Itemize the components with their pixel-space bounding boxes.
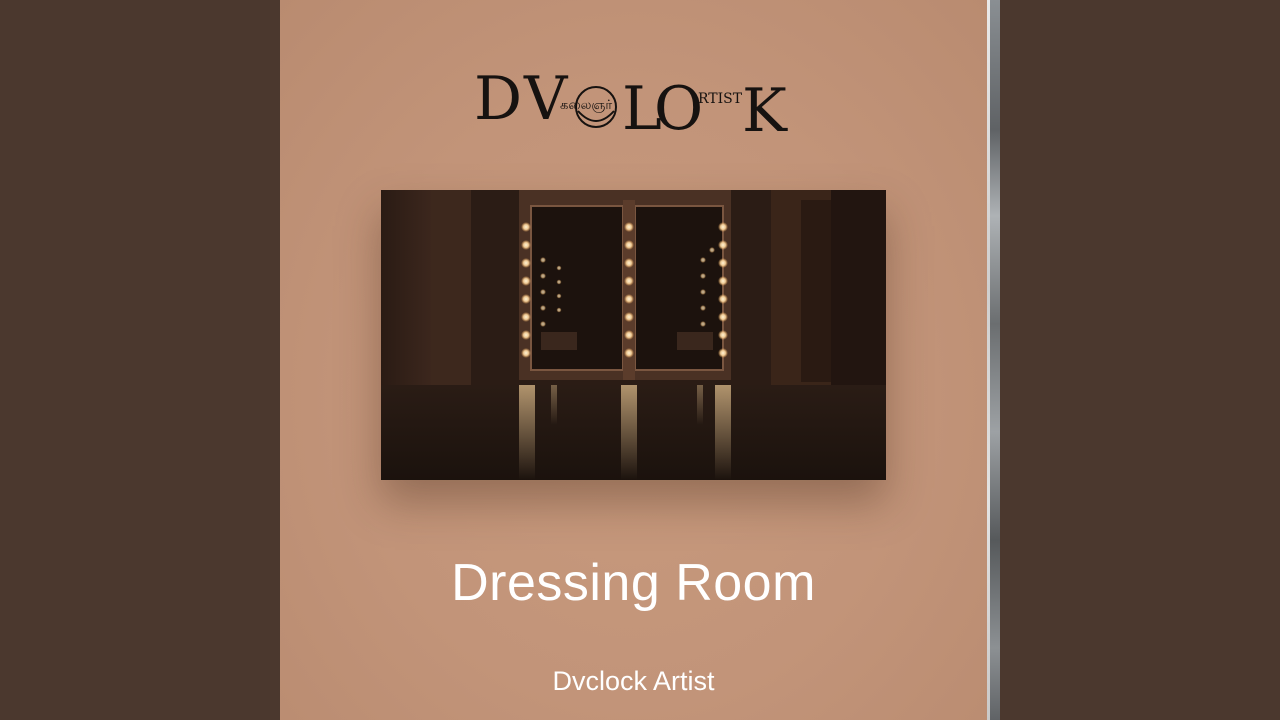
- album-cover: D V கலைஞர் L O RTIST K Dressing Room Dvc…: [280, 0, 987, 720]
- edge-strip: [987, 0, 1000, 720]
- svg-text:RTIST: RTIST: [698, 91, 743, 107]
- logo-graphic: D V கலைஞர் L O RTIST K: [474, 64, 787, 146]
- svg-text:கலைஞர்: கலைஞர்: [560, 98, 612, 113]
- cover-photo: [381, 190, 886, 480]
- dvclock-artist-logo: D V கலைஞர் L O RTIST K: [280, 44, 987, 146]
- right-letterbox: [1000, 0, 1280, 720]
- track-title: Dressing Room: [451, 554, 816, 612]
- artist-name: Dvclock Artist: [552, 666, 715, 696]
- svg-text:O: O: [654, 74, 704, 144]
- svg-text:K: K: [742, 76, 788, 146]
- left-letterbox: [0, 0, 280, 720]
- svg-text:D: D: [474, 64, 523, 134]
